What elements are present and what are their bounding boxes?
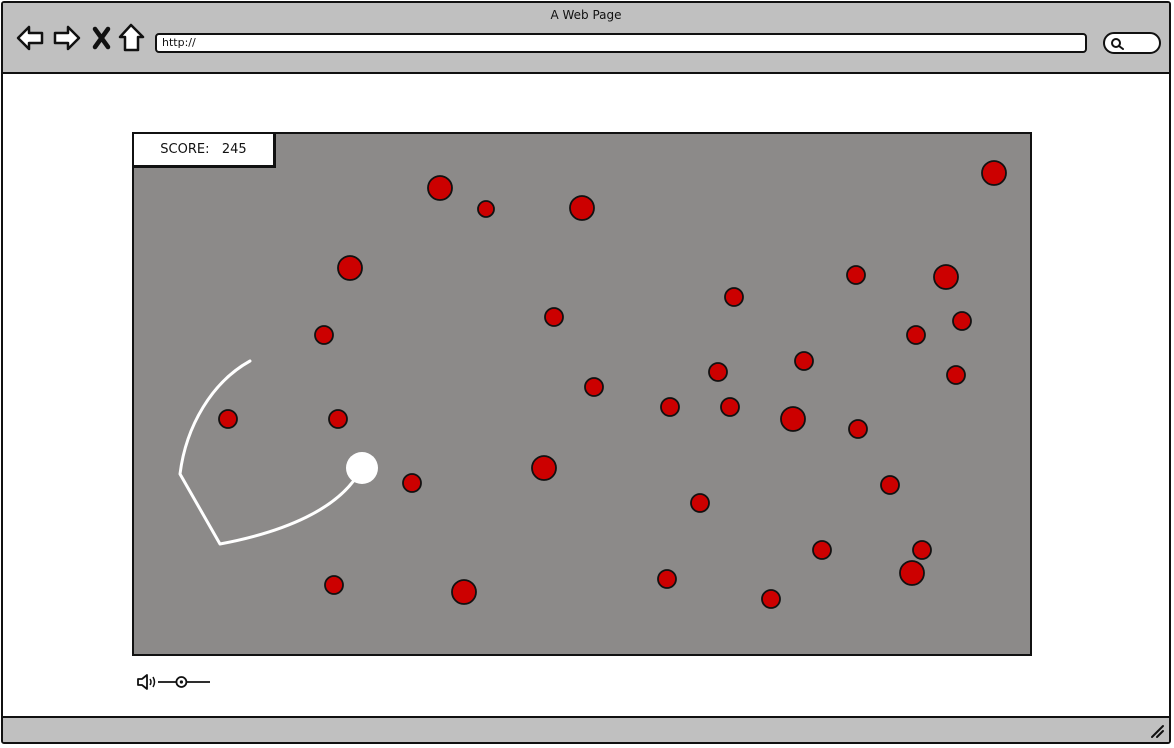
enemy-dot	[812, 540, 832, 560]
enemy-dot	[724, 287, 744, 307]
score-label: SCORE:	[160, 142, 210, 157]
enemy-dot	[846, 265, 866, 285]
enemy-dot	[544, 307, 564, 327]
enemy-dot	[477, 200, 495, 218]
enemy-dot	[657, 569, 677, 589]
enemy-dot	[720, 397, 740, 417]
enemy-dot	[912, 540, 932, 560]
search-icon	[1111, 38, 1124, 50]
score-display: SCORE: 245	[134, 134, 276, 168]
enemy-dot	[981, 160, 1007, 186]
address-bar[interactable]: http://	[155, 33, 1087, 53]
player-trail	[178, 359, 362, 546]
enemy-dot	[427, 175, 453, 201]
enemy-dot	[531, 455, 557, 481]
enemy-dot	[899, 560, 925, 586]
enemy-dot	[690, 493, 710, 513]
window-title: A Web Page	[550, 8, 622, 22]
browser-toolbar: A Web Page http://	[3, 3, 1169, 74]
enemy-dot	[569, 195, 595, 221]
enemy-dot	[780, 406, 806, 432]
enemy-dot	[337, 255, 363, 281]
enemy-dot	[952, 311, 972, 331]
speaker-icon	[137, 674, 156, 690]
search-button[interactable]	[1103, 32, 1161, 54]
enemy-dot	[218, 409, 238, 429]
volume-control[interactable]	[136, 672, 216, 696]
enemy-dot	[880, 475, 900, 495]
game-field	[178, 160, 1007, 609]
home-icon[interactable]	[117, 23, 147, 53]
enemy-dot	[906, 325, 926, 345]
enemy-dot	[402, 473, 422, 493]
enemy-dot	[324, 575, 344, 595]
enemy-dot	[848, 419, 868, 439]
status-bar	[3, 716, 1169, 742]
enemy-dot	[933, 264, 959, 290]
game-canvas[interactable]: SCORE: 245	[132, 132, 1032, 656]
enemy-dot	[584, 377, 604, 397]
enemy-dot	[794, 351, 814, 371]
enemy-dot	[451, 579, 477, 605]
close-x-icon[interactable]	[90, 23, 120, 53]
resize-grip-icon[interactable]	[1149, 723, 1165, 739]
enemy-dot	[708, 362, 728, 382]
enemy-dot	[660, 397, 680, 417]
forward-arrow-icon[interactable]	[52, 23, 82, 53]
enemy-dot	[761, 589, 781, 609]
back-arrow-icon[interactable]	[15, 23, 45, 53]
enemy-dot	[314, 325, 334, 345]
enemy-dot	[328, 409, 348, 429]
enemy-dot	[946, 365, 966, 385]
player-ball	[346, 452, 378, 484]
score-value: 245	[221, 142, 247, 157]
